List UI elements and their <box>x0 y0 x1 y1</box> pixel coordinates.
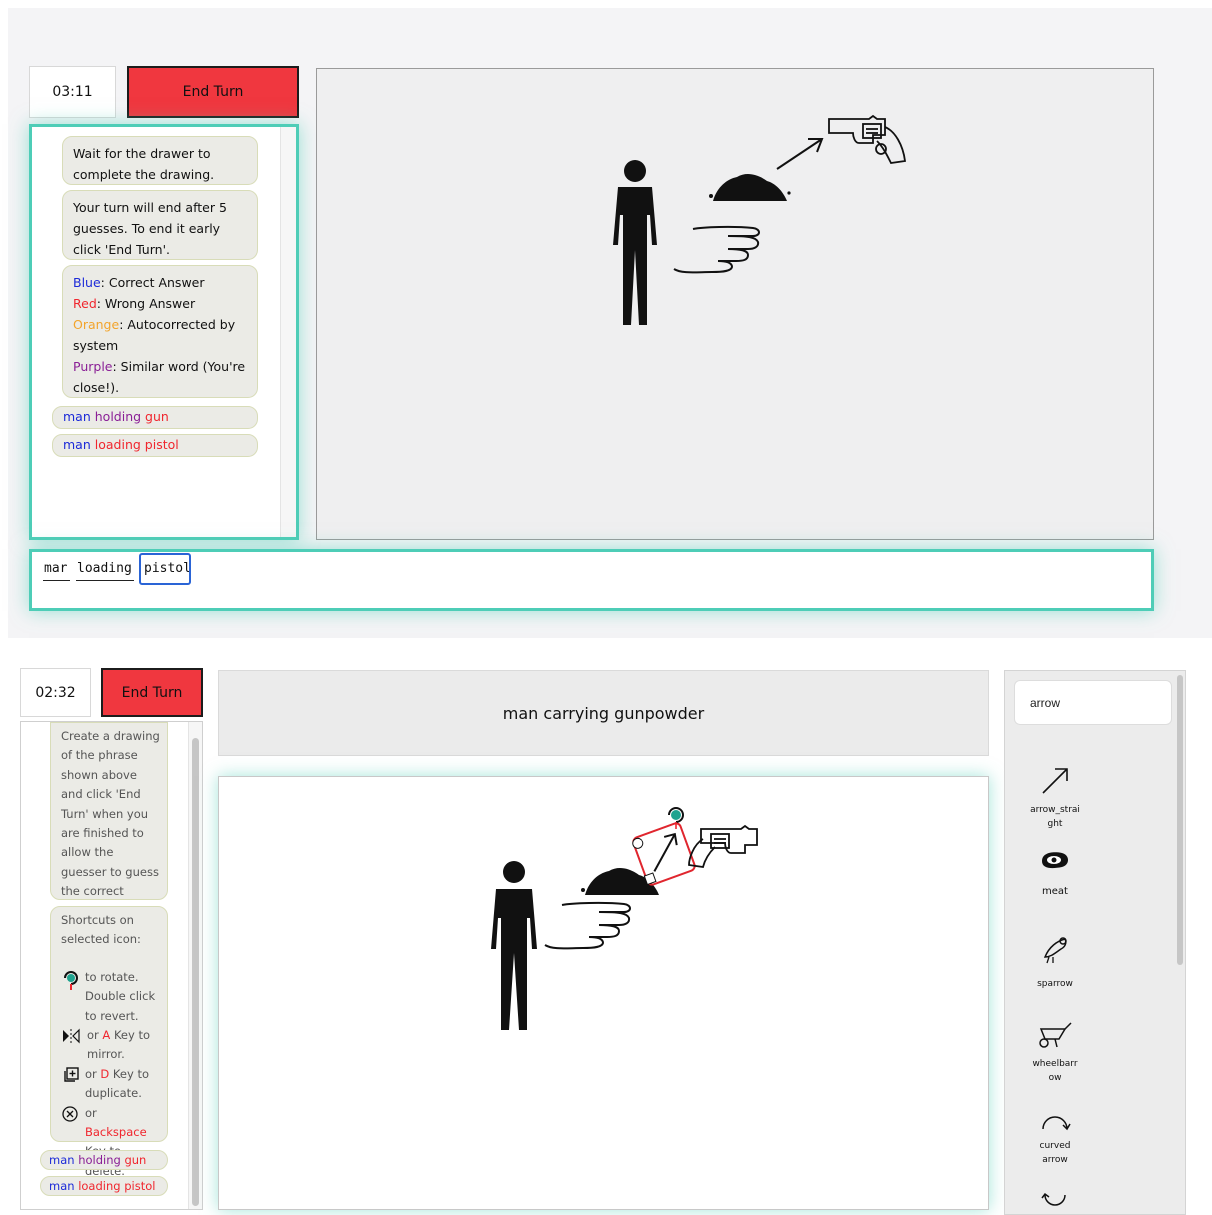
end-turn-label: End Turn <box>182 84 244 100</box>
drawing-scene[interactable] <box>219 777 990 1211</box>
drawing-canvas <box>316 68 1154 540</box>
legend-red-word: Red <box>73 296 97 311</box>
icon-option-curved-arrow[interactable]: curved arrow <box>1005 1107 1105 1167</box>
guess-item: man loading pistol <box>52 434 258 457</box>
guess-word-slot-3[interactable]: pistol <box>139 553 191 585</box>
guess-item: man loading pistol <box>40 1176 168 1196</box>
turn-timer: 02:32 <box>20 668 91 717</box>
drawer-panel: 02:32 End Turn Create a drawing of the p… <box>8 642 1212 1215</box>
timer-text: 03:11 <box>52 84 93 100</box>
end-turn-button[interactable]: End Turn <box>127 66 299 118</box>
legend-orange-word: Orange <box>73 317 120 332</box>
delete-key: Backspace <box>85 1125 147 1140</box>
chat-panel[interactable]: Create a drawing of the phrase shown abo… <box>20 721 203 1210</box>
chat-message-wait: Wait for the drawer to complete the draw… <box>62 136 258 185</box>
legend-purple-word: Purple <box>73 359 113 374</box>
sparrow-icon <box>1043 937 1067 964</box>
chat-scrollbar-thumb[interactable] <box>192 738 199 1206</box>
icon-panel-scrollbar[interactable] <box>1173 671 1185 1214</box>
rotate-icon <box>64 970 78 990</box>
duplicate-icon <box>64 1067 79 1082</box>
chat-message-instructions: Create a drawing of the phrase shown abo… <box>50 722 168 918</box>
end-turn-label: End Turn <box>121 684 183 701</box>
hand-icon <box>673 225 760 274</box>
icon-option-meat[interactable]: meat <box>1005 847 1105 899</box>
guess-word-slot-2[interactable]: loading <box>76 559 134 581</box>
drawing-scene <box>613 114 907 325</box>
pistol-icon <box>688 824 758 869</box>
target-phrase: man carrying gunpowder <box>218 670 989 756</box>
pistol-icon <box>828 114 907 164</box>
icon-panel-scrollbar-thumb[interactable] <box>1177 675 1183 965</box>
timer-text: 02:32 <box>35 684 76 701</box>
drawing-canvas[interactable] <box>218 776 989 1210</box>
hand-icon <box>544 901 631 950</box>
icon-search-input[interactable] <box>1014 680 1172 725</box>
curved-arrow-down-icon <box>1041 1192 1066 1206</box>
guess-word-slot-1[interactable]: mar <box>43 559 70 581</box>
man-icon <box>613 160 657 325</box>
guess-input-field[interactable]: mar loading pistol <box>29 549 1154 611</box>
chat-message-shortcuts: Shortcuts on selected icon: to rotate. D… <box>50 906 168 1178</box>
chat-message-color-legend: Blue: Correct Answer Red: Wrong Answer O… <box>62 265 258 398</box>
guess-item: man holding gun <box>40 1150 168 1170</box>
end-turn-button[interactable]: End Turn <box>101 668 203 717</box>
icon-picker-panel: arrow_straight meat sparrow <box>1004 670 1186 1215</box>
chat-scrollbar[interactable] <box>188 722 202 1209</box>
duplicate-key: D <box>100 1066 110 1081</box>
arrow-icon <box>776 138 824 170</box>
target-phrase-text: man carrying gunpowder <box>502 703 705 723</box>
icon-option-partial[interactable] <box>1005 1189 1105 1211</box>
chat-panel[interactable]: Wait for the drawer to complete the draw… <box>29 124 299 540</box>
wheelbarrow-icon <box>1039 1022 1072 1048</box>
mirror-icon <box>63 1028 80 1044</box>
arrow-straight-icon <box>1042 768 1068 794</box>
icon-option-wheelbarrow[interactable]: wheelbarrow <box>1005 1019 1105 1085</box>
guesser-panel: 03:11 End Turn Wait for the drawer to co… <box>8 8 1212 638</box>
chat-message-turn-end: Your turn will end after 5 guesses. To e… <box>62 190 258 260</box>
icon-option-sparrow[interactable]: sparrow <box>1005 931 1105 991</box>
meat-icon <box>1042 852 1068 869</box>
curved-arrow-icon <box>1042 1116 1071 1131</box>
man-icon <box>491 861 537 1030</box>
legend-blue-word: Blue <box>73 275 101 290</box>
chat-scrollbar[interactable] <box>280 127 296 537</box>
turn-timer: 03:11 <box>29 66 116 118</box>
icon-option-arrow-straight[interactable]: arrow_straight <box>1005 763 1105 831</box>
guess-item: man holding gun <box>52 406 258 429</box>
delete-icon <box>62 1106 78 1122</box>
gunpowder-icon <box>709 174 791 201</box>
